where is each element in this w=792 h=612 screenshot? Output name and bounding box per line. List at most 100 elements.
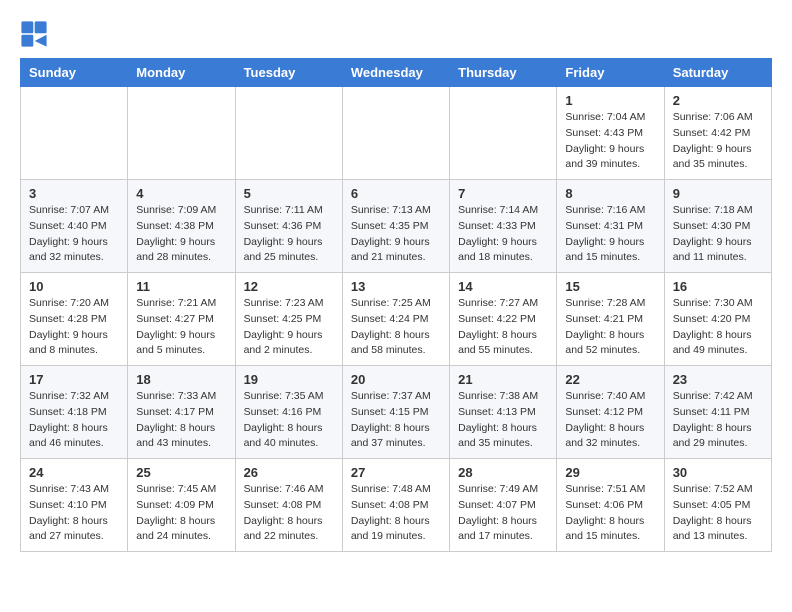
calendar-table: SundayMondayTuesdayWednesdayThursdayFrid… <box>20 58 772 552</box>
calendar-cell: 1 Sunrise: 7:04 AMSunset: 4:43 PMDaylight… <box>557 87 664 180</box>
day-number: 13 <box>351 279 441 294</box>
day-info: Sunrise: 7:21 AMSunset: 4:27 PMDaylight:… <box>136 296 226 359</box>
day-info: Sunrise: 7:11 AMSunset: 4:36 PMDaylight:… <box>244 203 334 266</box>
calendar-cell: 21 Sunrise: 7:38 AMSunset: 4:13 PMDayligh… <box>450 366 557 459</box>
calendar-cell: 5 Sunrise: 7:11 AMSunset: 4:36 PMDaylight… <box>235 180 342 273</box>
day-info: Sunrise: 7:27 AMSunset: 4:22 PMDaylight:… <box>458 296 548 359</box>
day-info: Sunrise: 7:33 AMSunset: 4:17 PMDaylight:… <box>136 389 226 452</box>
calendar-cell: 15 Sunrise: 7:28 AMSunset: 4:21 PMDayligh… <box>557 273 664 366</box>
calendar-week-row: 3 Sunrise: 7:07 AMSunset: 4:40 PMDaylight… <box>21 180 772 273</box>
day-info: Sunrise: 7:16 AMSunset: 4:31 PMDaylight:… <box>565 203 655 266</box>
day-number: 14 <box>458 279 548 294</box>
day-info: Sunrise: 7:28 AMSunset: 4:21 PMDaylight:… <box>565 296 655 359</box>
day-number: 20 <box>351 372 441 387</box>
day-info: Sunrise: 7:06 AMSunset: 4:42 PMDaylight:… <box>673 110 763 173</box>
calendar-cell: 18 Sunrise: 7:33 AMSunset: 4:17 PMDayligh… <box>128 366 235 459</box>
day-number: 8 <box>565 186 655 201</box>
day-number: 17 <box>29 372 119 387</box>
weekday-header-row: SundayMondayTuesdayWednesdayThursdayFrid… <box>21 59 772 87</box>
day-number: 22 <box>565 372 655 387</box>
day-info: Sunrise: 7:45 AMSunset: 4:09 PMDaylight:… <box>136 482 226 545</box>
weekday-header-tuesday: Tuesday <box>235 59 342 87</box>
day-number: 19 <box>244 372 334 387</box>
calendar-cell: 7 Sunrise: 7:14 AMSunset: 4:33 PMDaylight… <box>450 180 557 273</box>
calendar-cell <box>235 87 342 180</box>
calendar-cell: 13 Sunrise: 7:25 AMSunset: 4:24 PMDayligh… <box>342 273 449 366</box>
calendar-header: SundayMondayTuesdayWednesdayThursdayFrid… <box>21 59 772 87</box>
day-number: 1 <box>565 93 655 108</box>
calendar-cell <box>342 87 449 180</box>
day-info: Sunrise: 7:23 AMSunset: 4:25 PMDaylight:… <box>244 296 334 359</box>
day-number: 16 <box>673 279 763 294</box>
day-info: Sunrise: 7:25 AMSunset: 4:24 PMDaylight:… <box>351 296 441 359</box>
calendar-cell: 30 Sunrise: 7:52 AMSunset: 4:05 PMDayligh… <box>664 459 771 552</box>
calendar-cell: 28 Sunrise: 7:49 AMSunset: 4:07 PMDayligh… <box>450 459 557 552</box>
day-info: Sunrise: 7:09 AMSunset: 4:38 PMDaylight:… <box>136 203 226 266</box>
day-number: 28 <box>458 465 548 480</box>
calendar-body: 1 Sunrise: 7:04 AMSunset: 4:43 PMDaylight… <box>21 87 772 552</box>
calendar-week-row: 10 Sunrise: 7:20 AMSunset: 4:28 PMDayligh… <box>21 273 772 366</box>
day-number: 11 <box>136 279 226 294</box>
calendar-cell: 2 Sunrise: 7:06 AMSunset: 4:42 PMDaylight… <box>664 87 771 180</box>
day-number: 26 <box>244 465 334 480</box>
weekday-header-monday: Monday <box>128 59 235 87</box>
day-info: Sunrise: 7:04 AMSunset: 4:43 PMDaylight:… <box>565 110 655 173</box>
weekday-header-sunday: Sunday <box>21 59 128 87</box>
logo <box>20 20 52 48</box>
day-info: Sunrise: 7:52 AMSunset: 4:05 PMDaylight:… <box>673 482 763 545</box>
calendar-cell: 20 Sunrise: 7:37 AMSunset: 4:15 PMDayligh… <box>342 366 449 459</box>
calendar-cell: 11 Sunrise: 7:21 AMSunset: 4:27 PMDayligh… <box>128 273 235 366</box>
day-info: Sunrise: 7:43 AMSunset: 4:10 PMDaylight:… <box>29 482 119 545</box>
calendar-cell: 10 Sunrise: 7:20 AMSunset: 4:28 PMDayligh… <box>21 273 128 366</box>
day-info: Sunrise: 7:42 AMSunset: 4:11 PMDaylight:… <box>673 389 763 452</box>
calendar-cell: 17Sunrise: 7:32 AMSunset: 4:18 PMDayligh… <box>21 366 128 459</box>
day-number: 24 <box>29 465 119 480</box>
calendar-week-row: 24 Sunrise: 7:43 AMSunset: 4:10 PMDayligh… <box>21 459 772 552</box>
day-info: Sunrise: 7:38 AMSunset: 4:13 PMDaylight:… <box>458 389 548 452</box>
day-info: Sunrise: 7:07 AMSunset: 4:40 PMDaylight:… <box>29 203 119 266</box>
calendar-cell: 9Sunrise: 7:18 AMSunset: 4:30 PMDaylight… <box>664 180 771 273</box>
calendar-cell <box>450 87 557 180</box>
day-number: 4 <box>136 186 226 201</box>
day-info: Sunrise: 7:20 AMSunset: 4:28 PMDaylight:… <box>29 296 119 359</box>
calendar-cell: 25Sunrise: 7:45 AMSunset: 4:09 PMDayligh… <box>128 459 235 552</box>
day-number: 3 <box>29 186 119 201</box>
day-number: 15 <box>565 279 655 294</box>
calendar-cell: 27 Sunrise: 7:48 AMSunset: 4:08 PMDayligh… <box>342 459 449 552</box>
day-number: 10 <box>29 279 119 294</box>
calendar-cell: 6 Sunrise: 7:13 AMSunset: 4:35 PMDaylight… <box>342 180 449 273</box>
day-info: Sunrise: 7:35 AMSunset: 4:16 PMDaylight:… <box>244 389 334 452</box>
calendar-cell: 29Sunrise: 7:51 AMSunset: 4:06 PMDayligh… <box>557 459 664 552</box>
day-number: 30 <box>673 465 763 480</box>
day-info: Sunrise: 7:18 AMSunset: 4:30 PMDaylight:… <box>673 203 763 266</box>
day-number: 27 <box>351 465 441 480</box>
day-info: Sunrise: 7:49 AMSunset: 4:07 PMDaylight:… <box>458 482 548 545</box>
day-number: 6 <box>351 186 441 201</box>
day-info: Sunrise: 7:37 AMSunset: 4:15 PMDaylight:… <box>351 389 441 452</box>
day-info: Sunrise: 7:46 AMSunset: 4:08 PMDaylight:… <box>244 482 334 545</box>
calendar-week-row: 1 Sunrise: 7:04 AMSunset: 4:43 PMDaylight… <box>21 87 772 180</box>
day-number: 29 <box>565 465 655 480</box>
weekday-header-thursday: Thursday <box>450 59 557 87</box>
day-number: 7 <box>458 186 548 201</box>
weekday-header-wednesday: Wednesday <box>342 59 449 87</box>
day-number: 18 <box>136 372 226 387</box>
calendar-week-row: 17Sunrise: 7:32 AMSunset: 4:18 PMDayligh… <box>21 366 772 459</box>
day-number: 21 <box>458 372 548 387</box>
day-number: 5 <box>244 186 334 201</box>
day-info: Sunrise: 7:14 AMSunset: 4:33 PMDaylight:… <box>458 203 548 266</box>
calendar-cell: 3 Sunrise: 7:07 AMSunset: 4:40 PMDaylight… <box>21 180 128 273</box>
day-info: Sunrise: 7:48 AMSunset: 4:08 PMDaylight:… <box>351 482 441 545</box>
calendar-cell: 19 Sunrise: 7:35 AMSunset: 4:16 PMDayligh… <box>235 366 342 459</box>
calendar-cell: 16Sunrise: 7:30 AMSunset: 4:20 PMDayligh… <box>664 273 771 366</box>
calendar-cell: 26 Sunrise: 7:46 AMSunset: 4:08 PMDayligh… <box>235 459 342 552</box>
calendar-cell: 24 Sunrise: 7:43 AMSunset: 4:10 PMDayligh… <box>21 459 128 552</box>
weekday-header-saturday: Saturday <box>664 59 771 87</box>
calendar-cell: 22Sunrise: 7:40 AMSunset: 4:12 PMDayligh… <box>557 366 664 459</box>
calendar-cell <box>128 87 235 180</box>
calendar-cell: 8 Sunrise: 7:16 AMSunset: 4:31 PMDaylight… <box>557 180 664 273</box>
day-number: 2 <box>673 93 763 108</box>
day-info: Sunrise: 7:13 AMSunset: 4:35 PMDaylight:… <box>351 203 441 266</box>
page-header <box>20 20 772 48</box>
calendar-cell: 14 Sunrise: 7:27 AMSunset: 4:22 PMDayligh… <box>450 273 557 366</box>
